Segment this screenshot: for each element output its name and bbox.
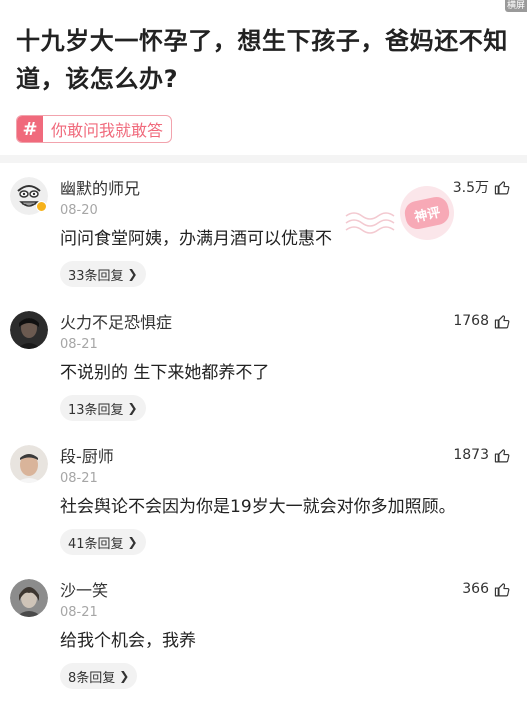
like-count: 1768 [453, 313, 489, 329]
thumb-up-icon [494, 582, 510, 596]
thumb-up-icon [494, 180, 510, 194]
like-count: 1873 [453, 447, 489, 463]
stamp-label: 神评 [402, 194, 452, 232]
comment-text: 不说别的 生下来她都养不了 [60, 363, 270, 383]
like-count: 366 [462, 581, 489, 597]
stamp-wave-decoration [345, 212, 395, 234]
replies-button[interactable]: 8条回复 ❯ [60, 663, 138, 689]
chevron-right-icon: ❯ [127, 267, 138, 281]
comment-author[interactable]: 沙一笑 [60, 577, 108, 601]
comment-date: 08-21 [60, 337, 98, 352]
topic-tag[interactable]: # 你敢问我就敢答 [16, 115, 173, 143]
comment-date: 08-21 [60, 471, 98, 486]
comment-author[interactable]: 幽默的师兄 [60, 175, 140, 199]
replies-button[interactable]: 33条回复 ❯ [60, 261, 146, 287]
avatar[interactable] [10, 579, 48, 617]
comment-author[interactable]: 火力不足恐惧症 [60, 309, 172, 333]
comment-item: 幽默的师兄 3.5万 08-20 问问食堂阿姨，办满月酒可以优惠不 33条回复 … [0, 175, 527, 287]
question-title: 十九岁大一怀孕了，想生下孩子，爸妈还不知道，该怎么办? [16, 27, 508, 93]
comment-item: 沙一笑 366 08-21 给我个机会，我养 8条回复 ❯ [0, 577, 527, 689]
topic-label: 你敢问我就敢答 [51, 121, 164, 140]
replies-count: 8条回复 [68, 670, 116, 686]
like-button[interactable]: 366 [462, 581, 511, 598]
avatar[interactable] [10, 445, 48, 483]
thumb-up-icon [494, 314, 510, 328]
comment-text: 给我个机会，我养 [60, 631, 196, 651]
replies-button[interactable]: 13条回复 ❯ [60, 395, 146, 421]
section-divider [0, 155, 527, 163]
replies-count: 41条回复 [68, 536, 124, 552]
question-header: 十九岁大一怀孕了，想生下孩子，爸妈还不知道，该怎么办? # 你敢问我就敢答 [0, 0, 527, 143]
like-button[interactable]: 3.5万 [453, 177, 511, 197]
comment-text: 社会舆论不会因为你是19岁大一就会对你多加照顾。 [60, 497, 456, 517]
comment-item: 火力不足恐惧症 1768 08-21 不说别的 生下来她都养不了 13条回复 ❯ [0, 309, 527, 421]
vip-badge [36, 201, 47, 212]
replies-count: 13条回复 [68, 402, 124, 418]
like-button[interactable]: 1768 [453, 313, 511, 330]
like-button[interactable]: 1873 [453, 447, 511, 464]
chevron-right-icon: ❯ [127, 535, 138, 549]
avatar[interactable] [10, 311, 48, 349]
chevron-right-icon: ❯ [119, 669, 130, 683]
like-count: 3.5万 [452, 180, 489, 196]
comment-item: 段-厨师 1873 08-21 社会舆论不会因为你是19岁大一就会对你多加照顾。… [0, 443, 527, 555]
replies-count: 33条回复 [68, 268, 124, 284]
chevron-right-icon: ❯ [127, 401, 138, 415]
comment-author[interactable]: 段-厨师 [60, 443, 114, 467]
thumb-up-icon [494, 448, 510, 462]
replies-button[interactable]: 41条回复 ❯ [60, 529, 146, 555]
comment-date: 08-21 [60, 605, 98, 620]
corner-tag: 横屏 [505, 0, 527, 12]
hash-icon: # [17, 116, 43, 142]
